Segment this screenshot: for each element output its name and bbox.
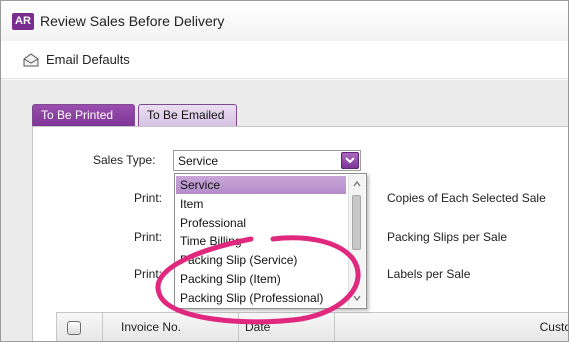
email-defaults-button[interactable]: Email Defaults <box>23 52 130 67</box>
dropdown-option-packing-slip-service[interactable]: Packing Slip (Service) <box>176 251 346 269</box>
dropdown-option-service[interactable]: Service <box>176 176 346 194</box>
column-invoice-no[interactable]: Invoice No. <box>103 313 239 341</box>
sales-type-dropdown-list[interactable]: Service Item Professional Time Billing P… <box>174 173 367 309</box>
email-defaults-label: Email Defaults <box>46 52 130 67</box>
window-title: Review Sales Before Delivery <box>40 13 225 29</box>
app-logo: AR <box>12 12 34 30</box>
dropdown-option-packing-slip-professional[interactable]: Packing Slip (Professional) <box>176 289 346 307</box>
scroll-up-icon[interactable] <box>352 179 362 189</box>
tab-to-be-printed[interactable]: To Be Printed <box>32 104 135 126</box>
labels-per-sale-label: Labels per Sale <box>387 267 471 281</box>
column-customer[interactable]: Custo <box>335 313 568 341</box>
select-all-checkbox[interactable] <box>67 321 81 335</box>
print-labels-label: Print: <box>134 267 163 281</box>
chevron-down-icon[interactable] <box>341 152 359 169</box>
title-bar: AR Review Sales Before Delivery <box>1 1 568 41</box>
dropdown-option-time-billing[interactable]: Time Billing <box>176 232 346 250</box>
sales-type-label: Sales Type: <box>93 153 156 167</box>
select-all-column[interactable] <box>57 313 103 341</box>
scroll-thumb[interactable] <box>352 195 361 250</box>
envelope-icon <box>23 52 39 67</box>
tab-to-be-emailed[interactable]: To Be Emailed <box>138 104 237 126</box>
sales-type-select[interactable]: Service <box>173 150 361 171</box>
dropdown-option-packing-slip-item[interactable]: Packing Slip (Item) <box>176 270 346 288</box>
print-copies-label: Print: <box>134 191 163 205</box>
sales-grid-header: Invoice No. Date Custo <box>56 312 568 341</box>
review-sales-window: AR Review Sales Before Delivery Email De… <box>0 0 569 342</box>
dropdown-option-professional[interactable]: Professional <box>176 214 346 232</box>
scroll-down-icon[interactable] <box>352 293 362 303</box>
sales-type-value: Service <box>178 154 219 168</box>
dropdown-scrollbar[interactable] <box>348 175 365 307</box>
packing-slips-per-sale-label: Packing Slips per Sale <box>387 230 508 244</box>
print-packing-slips-label: Print: <box>134 230 163 244</box>
toolbar: Email Defaults <box>1 41 568 79</box>
dropdown-option-item[interactable]: Item <box>176 195 346 213</box>
copies-per-sale-label: Copies of Each Selected Sale <box>387 191 546 205</box>
column-date[interactable]: Date <box>239 313 335 341</box>
